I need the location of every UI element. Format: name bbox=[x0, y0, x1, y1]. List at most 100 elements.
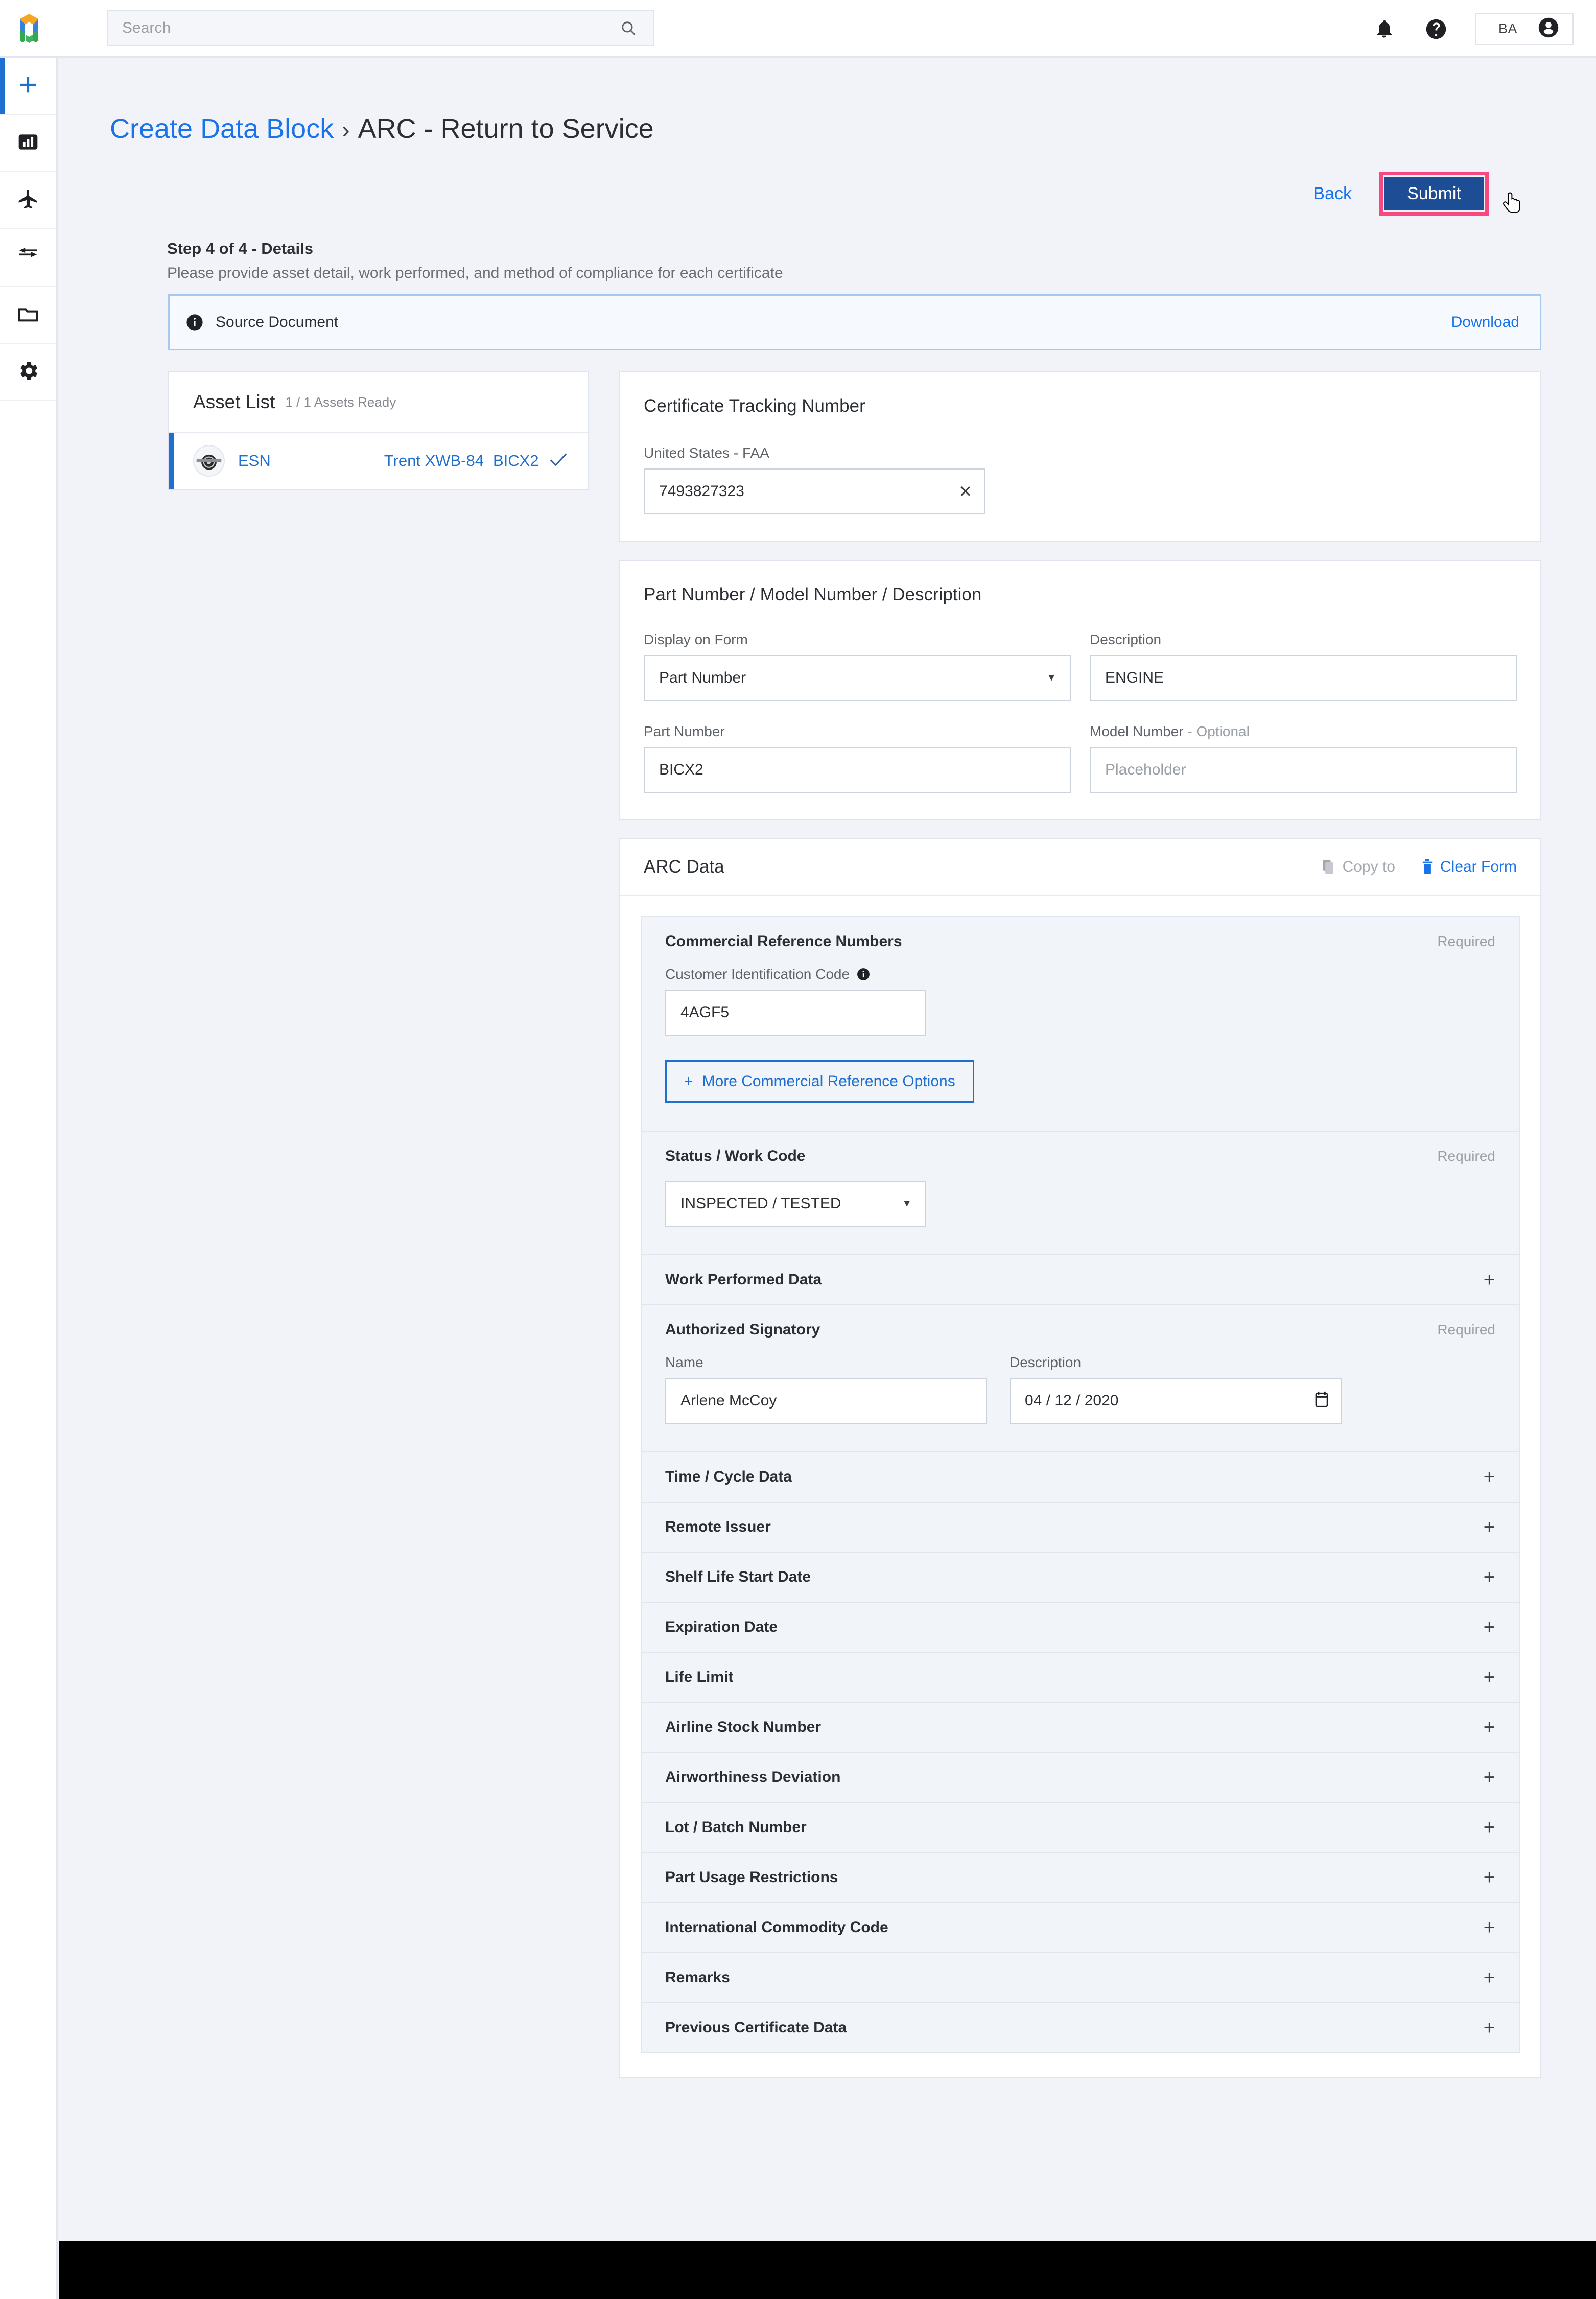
section-title: Expiration Date bbox=[665, 1618, 778, 1635]
plus-icon[interactable]: + bbox=[1484, 1767, 1495, 1788]
sidebar-item-fleet[interactable] bbox=[0, 172, 56, 229]
description-label: Description bbox=[1090, 631, 1162, 647]
sidebar-item-settings[interactable] bbox=[0, 344, 56, 401]
breadcrumb: Create Data Block › ARC - Return to Serv… bbox=[110, 113, 654, 145]
top-bar-actions: BA bbox=[1371, 0, 1574, 58]
model-number-label-text: Model Number bbox=[1090, 723, 1184, 739]
app-logo[interactable] bbox=[0, 0, 58, 57]
asset-part-number-label: BICX2 bbox=[492, 452, 539, 470]
sidebar-item-create[interactable] bbox=[0, 58, 56, 115]
panel-expiration-date[interactable]: Expiration Date + bbox=[641, 1602, 1520, 1652]
display-on-form-label: Display on Form bbox=[644, 631, 748, 647]
panel-lot-batch-number[interactable]: Lot / Batch Number + bbox=[641, 1802, 1520, 1852]
plus-icon[interactable]: + bbox=[1484, 1967, 1495, 1988]
plus-icon[interactable]: + bbox=[1484, 1467, 1495, 1487]
engine-thumbnail-icon bbox=[193, 445, 225, 477]
certificate-tracking-field-label: United States - FAA bbox=[644, 445, 769, 461]
panel-airworthiness-deviation[interactable]: Airworthiness Deviation + bbox=[641, 1752, 1520, 1802]
asset-list-count: 1 / 1 Assets Ready bbox=[285, 394, 396, 410]
main-content: Create Data Block › ARC - Return to Serv… bbox=[59, 59, 1596, 2241]
display-on-form-field: Display on Form Part Number ▼ bbox=[644, 631, 1071, 701]
search-box[interactable] bbox=[107, 10, 654, 46]
asset-list-card: Asset List 1 / 1 Assets Ready ESN Trent … bbox=[168, 371, 589, 490]
panel-status-work-code: Status / Work Code Required INSPECTED / … bbox=[641, 1131, 1520, 1254]
copy-to-button[interactable]: Copy to bbox=[1321, 858, 1395, 876]
panel-time-cycle-data[interactable]: Time / Cycle Data + bbox=[641, 1451, 1520, 1502]
status-work-code-value: INSPECTED / TESTED bbox=[680, 1195, 841, 1212]
part-number-input[interactable] bbox=[644, 747, 1071, 793]
help-circle-icon[interactable] bbox=[1423, 16, 1449, 42]
display-on-form-select[interactable]: Part Number bbox=[644, 655, 1071, 701]
plus-icon[interactable]: + bbox=[1484, 1270, 1495, 1290]
plus-icon[interactable]: + bbox=[1484, 1617, 1495, 1637]
plus-icon[interactable]: + bbox=[1484, 1717, 1495, 1738]
plus-icon[interactable]: + bbox=[1484, 1667, 1495, 1687]
bell-icon[interactable] bbox=[1371, 16, 1397, 42]
sidebar-item-transfers[interactable] bbox=[0, 229, 56, 287]
panel-life-limit[interactable]: Life Limit + bbox=[641, 1652, 1520, 1702]
plus-icon bbox=[16, 73, 40, 99]
account-circle-icon bbox=[1538, 17, 1559, 41]
customer-id-code-label-text: Customer Identification Code bbox=[665, 966, 850, 982]
user-menu[interactable]: BA bbox=[1474, 13, 1574, 45]
close-icon[interactable]: ✕ bbox=[958, 483, 972, 500]
section-title: Lot / Batch Number bbox=[665, 1819, 807, 1836]
panel-airline-stock-number[interactable]: Airline Stock Number + bbox=[641, 1702, 1520, 1752]
panel-part-usage-restrictions[interactable]: Part Usage Restrictions + bbox=[641, 1852, 1520, 1902]
plus-icon[interactable]: + bbox=[1484, 1917, 1495, 1938]
more-commercial-reference-options-button[interactable]: + More Commercial Reference Options bbox=[665, 1060, 974, 1103]
panel-work-performed-data[interactable]: Work Performed Data + bbox=[641, 1254, 1520, 1304]
asset-list-row[interactable]: ESN Trent XWB-84 BICX2 bbox=[169, 433, 588, 489]
certificate-tracking-input[interactable] bbox=[644, 468, 985, 514]
status-work-code-select[interactable]: INSPECTED / TESTED bbox=[665, 1181, 926, 1227]
work-performed-data-title: Work Performed Data bbox=[665, 1271, 822, 1288]
panel-shelf-life-start-date[interactable]: Shelf Life Start Date + bbox=[641, 1552, 1520, 1602]
search-input[interactable] bbox=[108, 19, 615, 37]
plus-icon[interactable]: + bbox=[1484, 1817, 1495, 1838]
panel-remote-issuer[interactable]: Remote Issuer + bbox=[641, 1502, 1520, 1552]
signatory-date-input[interactable] bbox=[1010, 1378, 1342, 1424]
part-number-field: Part Number bbox=[644, 723, 1071, 793]
arc-data-title: ARC Data bbox=[644, 857, 724, 877]
signatory-date-field: Description bbox=[1010, 1354, 1342, 1424]
clear-form-button[interactable]: Clear Form bbox=[1422, 858, 1517, 876]
search-icon[interactable] bbox=[615, 19, 642, 37]
part-number-grid: Display on Form Part Number ▼ Descriptio… bbox=[644, 631, 1517, 793]
info-icon[interactable] bbox=[857, 968, 870, 981]
section-title: Airworthiness Deviation bbox=[665, 1769, 841, 1786]
sidebar-item-dashboard[interactable] bbox=[0, 115, 56, 172]
display-on-form-value: Part Number bbox=[659, 669, 746, 686]
panel-international-commodity-code[interactable]: International Commodity Code + bbox=[641, 1902, 1520, 1952]
plus-icon[interactable]: + bbox=[1484, 2018, 1495, 2038]
plus-icon: + bbox=[684, 1073, 693, 1090]
source-document-bar: Source Document Download bbox=[168, 294, 1541, 350]
signatory-name-input[interactable] bbox=[665, 1378, 987, 1424]
model-number-input[interactable] bbox=[1090, 747, 1517, 793]
gear-icon bbox=[16, 359, 40, 385]
submit-button[interactable]: Submit bbox=[1384, 177, 1484, 210]
panel-remarks[interactable]: Remarks + bbox=[641, 1952, 1520, 2002]
mouse-cursor-pointer-icon bbox=[1503, 192, 1520, 213]
section-title: International Commodity Code bbox=[665, 1919, 888, 1936]
trash-icon bbox=[1422, 859, 1433, 874]
part-number-card-title: Part Number / Model Number / Description bbox=[644, 584, 982, 604]
arc-data-header: ARC Data Copy to Clear Form bbox=[620, 839, 1540, 896]
info-icon bbox=[186, 314, 203, 331]
status-work-code-required-badge: Required bbox=[1437, 1148, 1495, 1164]
panel-previous-certificate-data[interactable]: Previous Certificate Data + bbox=[641, 2002, 1520, 2053]
plus-icon[interactable]: + bbox=[1484, 1517, 1495, 1537]
compare-arrows-icon bbox=[16, 245, 40, 271]
breadcrumb-link-create-data-block[interactable]: Create Data Block bbox=[110, 113, 334, 145]
bottom-bar bbox=[59, 2241, 1596, 2299]
certificate-tracking-title: Certificate Tracking Number bbox=[644, 396, 865, 416]
customer-id-code-input[interactable] bbox=[665, 990, 926, 1036]
back-button[interactable]: Back bbox=[1313, 184, 1352, 204]
signatory-name-label: Name bbox=[665, 1354, 703, 1370]
sidebar-item-documents[interactable] bbox=[0, 287, 56, 344]
asset-list-title: Asset List bbox=[193, 391, 275, 412]
download-link[interactable]: Download bbox=[1451, 314, 1519, 331]
plus-icon[interactable]: + bbox=[1484, 1567, 1495, 1587]
description-input[interactable] bbox=[1090, 655, 1517, 701]
plus-icon[interactable]: + bbox=[1484, 1867, 1495, 1888]
description-field: Description bbox=[1090, 631, 1517, 701]
